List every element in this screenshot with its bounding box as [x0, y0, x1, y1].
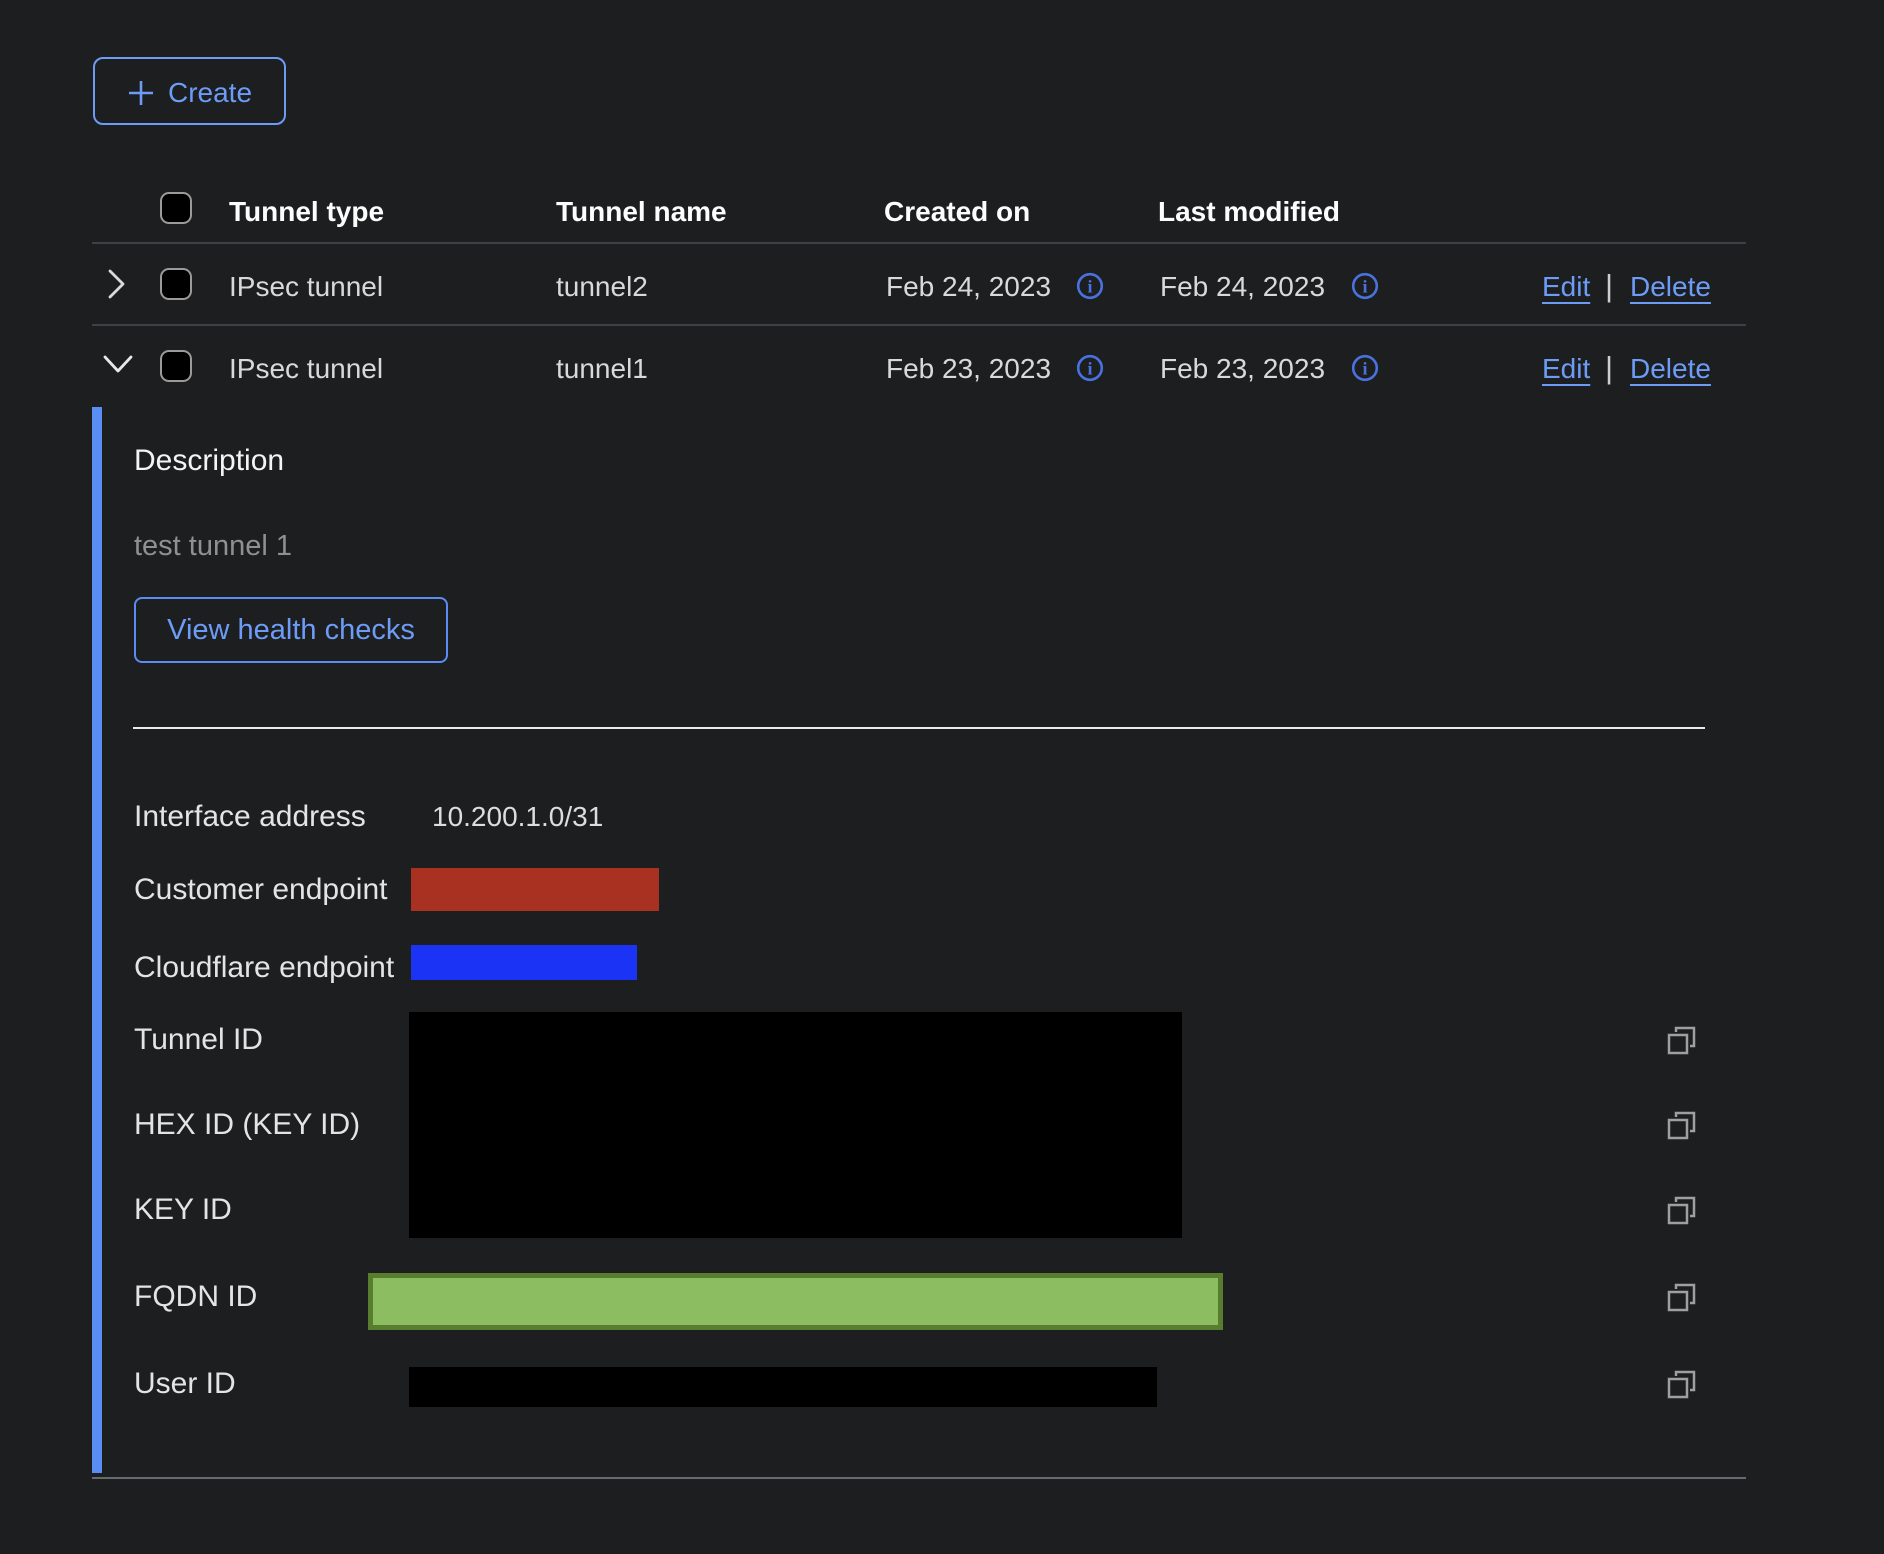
- svg-text:i: i: [1362, 277, 1367, 297]
- svg-text:i: i: [1087, 277, 1092, 297]
- svg-text:i: i: [1087, 359, 1092, 379]
- svg-text:i: i: [1362, 359, 1367, 379]
